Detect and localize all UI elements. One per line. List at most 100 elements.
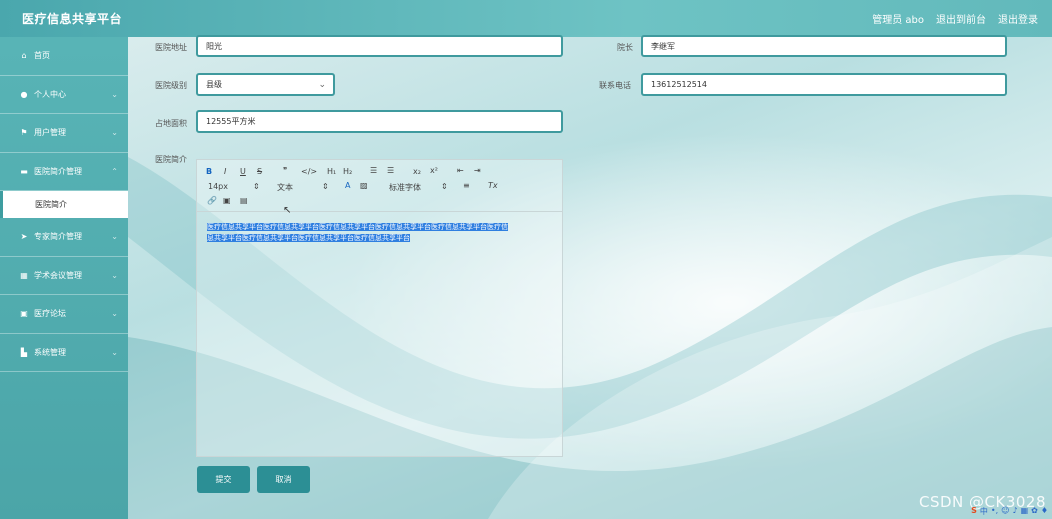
address-label: 医院地址: [155, 43, 187, 52]
sidebar-item-label: 首页: [34, 51, 50, 61]
chevron-down-icon: ⌄: [111, 128, 118, 138]
shirt-icon[interactable]: ♦: [1041, 506, 1048, 517]
header-actions: 管理员 abo 退出到前台 退出登录: [872, 11, 1038, 26]
chevron-updown-icon: ⇕: [322, 182, 329, 191]
font-family-select[interactable]: 标准字体: [389, 182, 421, 193]
editor-toolbar: B I U S ❞ </> H₁ H₂ ☰ ☰ x₂ x² ⇤ ⇥ 14px ⇕…: [197, 160, 562, 212]
monitor-icon: ▬: [20, 166, 28, 176]
paragraph-select[interactable]: 文本: [277, 182, 293, 193]
editor-content[interactable]: 医疗信息共享平台医疗信息共享平台医疗信息共享平台医疗信息共享平台医疗信息共享平台…: [207, 222, 552, 244]
submit-button[interactable]: 提交: [197, 466, 250, 493]
phone-value: 13612512514: [651, 80, 707, 89]
cancel-button[interactable]: 取消: [257, 466, 310, 493]
dean-label: 院长: [617, 43, 633, 52]
font-color-icon[interactable]: A: [345, 181, 350, 190]
top-header: 医疗信息共享平台 管理员 abo 退出到前台 退出登录: [0, 0, 1052, 37]
address-value: 阳光: [206, 41, 222, 51]
chevron-down-icon: ⌄: [111, 309, 118, 319]
clear-format-icon[interactable]: Tx: [488, 181, 498, 190]
level-value: 县级: [206, 80, 222, 89]
image-icon[interactable]: ▣: [223, 196, 231, 205]
system-tray: S 中 •, ☺ ♪ ▦ ✿ ♦: [971, 506, 1048, 517]
chevron-down-icon: ⌄: [111, 347, 118, 357]
logout-link[interactable]: 退出登录: [998, 11, 1038, 26]
level-select[interactable]: 县级 ⌄: [196, 73, 335, 96]
sidebar: ⌂ 首页 ● 个人中心 ⌄ ⚑ 用户管理 ⌄ ▬ 医院简介管理 ⌃ 医院简介 ➤…: [0, 37, 128, 519]
bold-button[interactable]: B: [206, 167, 212, 176]
sidebar-item-user-management[interactable]: ⚑ 用户管理 ⌄: [0, 114, 128, 153]
heading1-button[interactable]: H₁: [327, 167, 336, 176]
heading2-button[interactable]: H₂: [343, 167, 352, 176]
subscript-button[interactable]: x₂: [413, 167, 421, 176]
app-title: 医疗信息共享平台: [22, 12, 123, 26]
chevron-down-icon: ⌄: [111, 89, 118, 99]
clipboard-icon: ▣: [20, 309, 28, 319]
chevron-down-icon: ⌄: [318, 80, 326, 90]
input-method-icon[interactable]: S: [971, 506, 977, 517]
area-value: 12555平方米: [206, 117, 256, 126]
sidebar-item-home[interactable]: ⌂ 首页: [0, 37, 128, 76]
sidebar-item-hospital-intro-management[interactable]: ▬ 医院简介管理 ⌃: [0, 153, 128, 191]
area-input[interactable]: 12555平方米: [196, 110, 563, 133]
sidebar-item-label: 医疗论坛: [34, 309, 66, 319]
sidebar-item-label: 专家简介管理: [34, 232, 82, 242]
mouse-cursor-icon: ↖: [283, 205, 292, 216]
superscript-button[interactable]: x²: [430, 166, 438, 175]
emoji-icon[interactable]: ☺: [1001, 506, 1009, 517]
editor-text-line: 医疗信息共享平台医疗信息共享平台医疗信息共享平台医疗信息共享平台医疗信息共享平台…: [207, 223, 508, 231]
back-to-front-link[interactable]: 退出到前台: [936, 11, 986, 26]
background-color-icon[interactable]: ▨: [360, 181, 368, 190]
link-icon[interactable]: 🔗: [207, 196, 217, 205]
dean-value: 李继军: [651, 41, 675, 51]
user-icon: ●: [20, 89, 28, 99]
align-icon[interactable]: ≡: [463, 181, 470, 190]
indent-decrease-icon[interactable]: ⇤: [457, 166, 464, 175]
indent-increase-icon[interactable]: ⇥: [474, 166, 481, 175]
grid-icon: ▦: [20, 270, 28, 280]
skin-icon[interactable]: ✿: [1031, 506, 1038, 517]
chevron-down-icon: ⌄: [111, 270, 118, 280]
sidebar-item-medical-forum[interactable]: ▣ 医疗论坛 ⌄: [0, 295, 128, 334]
strikethrough-button[interactable]: S: [257, 167, 262, 176]
microphone-icon[interactable]: ♪: [1012, 506, 1017, 517]
sidebar-item-label: 用户管理: [34, 128, 66, 138]
level-label: 医院级别: [155, 81, 187, 90]
italic-button[interactable]: I: [224, 167, 226, 176]
editor-text-line: 息共享平台医疗信息共享平台医疗信息共享平台医疗信息共享平台: [207, 234, 410, 242]
sidebar-item-label: 系统管理: [34, 347, 66, 357]
sidebar-item-expert-intro-management[interactable]: ➤ 专家简介管理 ⌄: [0, 218, 128, 257]
sidebar-item-label: 医院简介管理: [34, 166, 82, 176]
current-user: 管理员 abo: [872, 15, 924, 26]
briefcase-icon: ▙: [20, 347, 28, 357]
language-icon[interactable]: 中: [980, 506, 988, 517]
sidebar-item-label: 学术会议管理: [34, 270, 82, 280]
keyboard-icon[interactable]: ▦: [1021, 506, 1029, 517]
chevron-down-icon: ⌄: [111, 232, 118, 242]
ordered-list-icon[interactable]: ☰: [370, 166, 377, 175]
code-icon[interactable]: </>: [301, 167, 317, 176]
underline-button[interactable]: U: [240, 167, 246, 176]
sidebar-item-system-management[interactable]: ▙ 系统管理 ⌄: [0, 334, 128, 372]
rich-text-editor[interactable]: B I U S ❞ </> H₁ H₂ ☰ ☰ x₂ x² ⇤ ⇥ 14px ⇕…: [196, 159, 563, 457]
phone-label: 联系电话: [599, 81, 631, 90]
flag-icon: ⚑: [20, 128, 28, 138]
sidebar-item-label: 个人中心: [34, 89, 66, 99]
video-icon[interactable]: ▤: [240, 196, 248, 205]
chevron-updown-icon: ⇕: [441, 182, 448, 191]
sidebar-item-personal-center[interactable]: ● 个人中心 ⌄: [0, 76, 128, 114]
font-size-select[interactable]: 14px: [208, 182, 228, 191]
area-label: 占地面积: [155, 119, 187, 128]
blockquote-icon[interactable]: ❞: [283, 166, 287, 175]
send-icon: ➤: [20, 232, 28, 242]
home-icon: ⌂: [21, 51, 27, 61]
chevron-updown-icon: ⇕: [253, 182, 260, 191]
chevron-up-icon: ⌃: [111, 166, 118, 176]
address-input[interactable]: 阳光: [196, 35, 563, 57]
sidebar-item-academic-conference[interactable]: ▦ 学术会议管理 ⌄: [0, 257, 128, 295]
intro-label: 医院简介: [155, 155, 187, 164]
bullet-list-icon[interactable]: ☰: [387, 166, 394, 175]
submenu-item-hospital-intro[interactable]: 医院简介: [0, 191, 128, 218]
punctuation-icon[interactable]: •,: [991, 506, 998, 517]
phone-input[interactable]: 13612512514: [641, 73, 1007, 96]
dean-input[interactable]: 李继军: [641, 35, 1007, 57]
